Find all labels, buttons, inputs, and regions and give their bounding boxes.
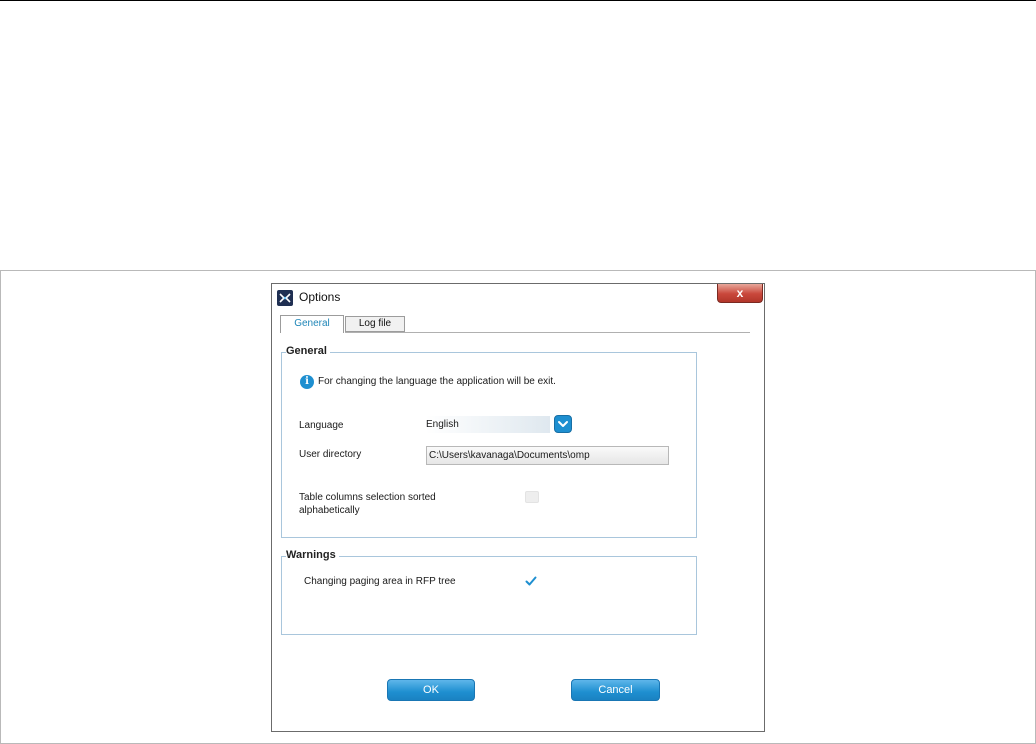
ok-button[interactable]: OK: [387, 679, 475, 701]
tab-general[interactable]: General: [280, 315, 344, 333]
screenshot-frame: Options x General Log file General i For…: [0, 270, 1036, 744]
close-button[interactable]: x: [717, 284, 763, 303]
tab-log-file[interactable]: Log file: [345, 316, 405, 332]
user-directory-label: User directory: [299, 449, 362, 460]
app-logo-icon: [277, 290, 293, 306]
close-icon: x: [736, 286, 744, 300]
checkmark-icon: [525, 576, 537, 586]
table-columns-sorted-checkbox[interactable]: [525, 491, 539, 503]
chevron-down-icon[interactable]: [554, 415, 572, 433]
language-select[interactable]: English: [426, 415, 572, 434]
language-select-value: English: [426, 416, 550, 433]
general-group: General i For changing the language the …: [281, 345, 697, 538]
general-group-legend: General: [286, 345, 330, 357]
language-label: Language: [299, 420, 344, 431]
warnings-group: Warnings Changing paging area in RFP tre…: [281, 549, 697, 635]
title-bar: Options x: [272, 284, 764, 312]
dialog-title: Options: [299, 290, 341, 304]
tab-panel-border: [345, 332, 750, 333]
table-columns-label: Table columns selection sorted alphabeti…: [299, 491, 436, 517]
paging-area-checkbox[interactable]: [524, 574, 538, 588]
top-divider: [0, 0, 1036, 1]
table-columns-label-line1: Table columns selection sorted: [299, 492, 436, 503]
cancel-button[interactable]: Cancel: [571, 679, 660, 701]
paging-area-label: Changing paging area in RFP tree: [304, 576, 456, 587]
info-icon: i: [300, 375, 314, 389]
table-columns-label-line2: alphabetically: [299, 505, 360, 516]
options-dialog: Options x General Log file General i For…: [271, 283, 765, 732]
user-directory-field[interactable]: C:\Users\kavanaga\Documents\omp: [426, 446, 669, 465]
info-text: For changing the language the applicatio…: [318, 376, 556, 387]
warnings-group-legend: Warnings: [286, 549, 339, 561]
